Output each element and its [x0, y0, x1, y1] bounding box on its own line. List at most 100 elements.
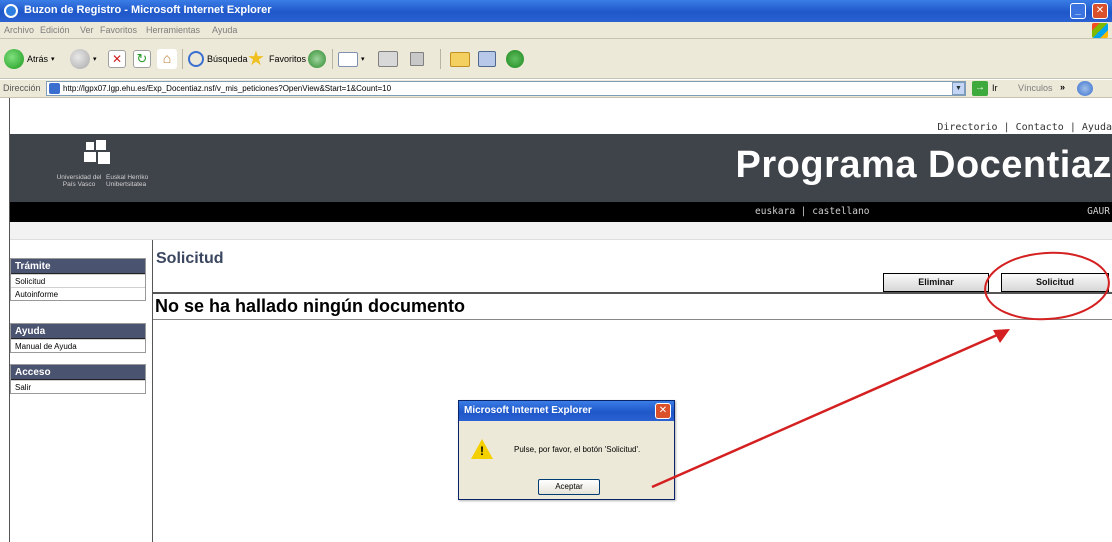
- lang-euskara[interactable]: euskara: [755, 206, 795, 217]
- address-input[interactable]: http://lgpx07.lgp.ehu.es/Exp_Docentiaz.n…: [46, 81, 966, 96]
- refresh-icon: ↻: [133, 50, 151, 68]
- stop-icon: ✕: [108, 50, 126, 68]
- page-left-edge: [0, 98, 10, 542]
- minimize-button[interactable]: _: [1070, 3, 1086, 19]
- home-button[interactable]: ⌂: [157, 48, 177, 70]
- dialog-title: Microsoft Internet Explorer: [464, 405, 592, 416]
- program-title: Programa Docentiaz: [735, 144, 1112, 186]
- forward-button[interactable]: ▾: [70, 48, 97, 70]
- search-button[interactable]: Búsqueda: [188, 48, 248, 70]
- address-url: http://lgpx07.lgp.ehu.es/Exp_Docentiaz.n…: [63, 84, 392, 93]
- print-button[interactable]: [378, 48, 398, 70]
- ok-button[interactable]: Aceptar: [538, 479, 600, 495]
- address-dropdown-icon[interactable]: ▼: [952, 82, 965, 95]
- header-links: Directorio | Contacto | Ayuda: [937, 122, 1112, 133]
- forward-arrow-icon: [70, 49, 90, 69]
- lang-separator: |: [800, 206, 813, 217]
- link-ayuda[interactable]: Ayuda: [1082, 122, 1112, 133]
- language-bar: euskara | castellano GAUR: [10, 202, 1112, 222]
- menu-archivo[interactable]: Archivo: [4, 25, 34, 35]
- browser-toolbar: Atrás ▾ ▾ ✕ ↻ ⌂ Búsqueda ★ Favoritos ▾: [0, 39, 1112, 79]
- dialog-title-bar[interactable]: Microsoft Internet Explorer ✕: [459, 401, 674, 421]
- logo-text-left: Universidad del País Vasco: [56, 174, 102, 188]
- content-divider: [153, 292, 1112, 294]
- sidebar-item-solicitud[interactable]: Solicitud: [11, 274, 145, 287]
- favorites-button[interactable]: ★ Favoritos: [246, 48, 306, 70]
- back-button[interactable]: Atrás ▾: [4, 48, 55, 70]
- delete-button[interactable]: Eliminar: [883, 273, 989, 292]
- warning-mark: !: [480, 444, 484, 458]
- link-contacto[interactable]: Contacto: [1016, 122, 1064, 133]
- refresh-button[interactable]: ↻: [133, 48, 151, 70]
- research-icon: [478, 51, 496, 67]
- header-banner: Universidad del País Vasco Euskal Herrik…: [10, 134, 1112, 202]
- sidebar-item-salir[interactable]: Salir: [11, 380, 145, 393]
- menu-ayuda[interactable]: Ayuda: [212, 25, 237, 35]
- mail-dropdown-icon[interactable]: ▾: [361, 55, 365, 63]
- stop-button[interactable]: ✕: [108, 48, 126, 70]
- messenger-button[interactable]: [506, 48, 524, 70]
- request-button[interactable]: Solicitud: [1001, 273, 1109, 292]
- history-icon: [308, 50, 326, 68]
- logo-text-right: Euskal Herriko Unibertsitatea: [106, 174, 149, 188]
- tools-gear-icon[interactable]: [1077, 81, 1093, 96]
- mail-button[interactable]: ▾: [338, 48, 365, 70]
- browser-window: Buzon de Registro - Microsoft Internet E…: [0, 0, 1112, 542]
- history-button[interactable]: [308, 48, 326, 70]
- sidebar-item-manual[interactable]: Manual de Ayuda: [11, 339, 145, 352]
- go-arrow-icon[interactable]: →: [972, 81, 988, 96]
- menu-favoritos[interactable]: Favoritos: [100, 25, 137, 35]
- back-dropdown-icon[interactable]: ▾: [51, 55, 55, 63]
- edit-icon: [410, 52, 424, 66]
- nav-group-tramite: Trámite Solicitud Autoinforme: [10, 258, 146, 301]
- messenger-icon: [506, 50, 524, 68]
- toolbar-separator: [440, 49, 441, 69]
- home-icon: ⌂: [157, 49, 177, 69]
- toolbar-separator: [332, 49, 333, 69]
- menu-herramientas[interactable]: Herramientas: [146, 25, 200, 35]
- nav-header-tramite: Trámite: [11, 259, 145, 274]
- windows-logo-icon: [1092, 23, 1108, 38]
- nav-header-acceso: Acceso: [11, 365, 145, 380]
- address-bar: Dirección http://lgpx07.lgp.ehu.es/Exp_D…: [0, 80, 1112, 98]
- links-label[interactable]: Vínculos: [1018, 83, 1053, 93]
- nav-group-ayuda: Ayuda Manual de Ayuda: [10, 323, 146, 353]
- header-link-separator: |: [1069, 122, 1082, 133]
- university-logo-icon[interactable]: [82, 140, 114, 168]
- print-icon: [378, 51, 398, 67]
- link-directorio[interactable]: Directorio: [937, 122, 997, 133]
- window-title-bar[interactable]: Buzon de Registro - Microsoft Internet E…: [0, 0, 1112, 22]
- annotation-arrow-head: [993, 329, 1010, 343]
- research-button[interactable]: [478, 48, 496, 70]
- window-title: Buzon de Registro - Microsoft Internet E…: [24, 4, 272, 16]
- page-icon: [49, 83, 60, 94]
- back-arrow-icon: [4, 49, 24, 69]
- language-switcher: euskara | castellano: [755, 206, 869, 217]
- nav-group-acceso: Acceso Salir: [10, 364, 146, 394]
- dialog-message: Pulse, por favor, el botón 'Solicitud'.: [514, 445, 641, 454]
- back-label: Atrás: [27, 54, 49, 64]
- ie-logo-icon: [4, 4, 18, 18]
- dialog-close-icon[interactable]: ✕: [655, 403, 671, 419]
- search-label: Búsqueda: [207, 54, 248, 64]
- gaur-link[interactable]: GAUR: [1087, 206, 1110, 217]
- toolbar-separator: [182, 49, 183, 69]
- content-divider: [153, 319, 1112, 320]
- links-chevron-icon[interactable]: »: [1060, 82, 1065, 92]
- lang-castellano[interactable]: castellano: [812, 206, 869, 217]
- sidebar-item-autoinforme[interactable]: Autoinforme: [11, 287, 145, 300]
- menu-ver[interactable]: Ver: [80, 25, 94, 35]
- menu-edicion[interactable]: Edición: [40, 25, 70, 35]
- close-window-button[interactable]: ✕: [1092, 3, 1108, 19]
- forward-dropdown-icon[interactable]: ▾: [93, 55, 97, 63]
- go-button[interactable]: Ir: [992, 83, 998, 93]
- edit-button[interactable]: [410, 48, 424, 70]
- menu-bar: Archivo Edición Ver Favoritos Herramient…: [0, 22, 1112, 39]
- nav-header-ayuda: Ayuda: [11, 324, 145, 339]
- empty-message: No se ha hallado ningún documento: [155, 296, 466, 316]
- search-icon: [188, 51, 204, 67]
- address-label: Dirección: [3, 83, 41, 93]
- section-title: Solicitud: [156, 250, 224, 267]
- folder-button[interactable]: [450, 48, 470, 70]
- header-spacer-bar: [10, 222, 1112, 240]
